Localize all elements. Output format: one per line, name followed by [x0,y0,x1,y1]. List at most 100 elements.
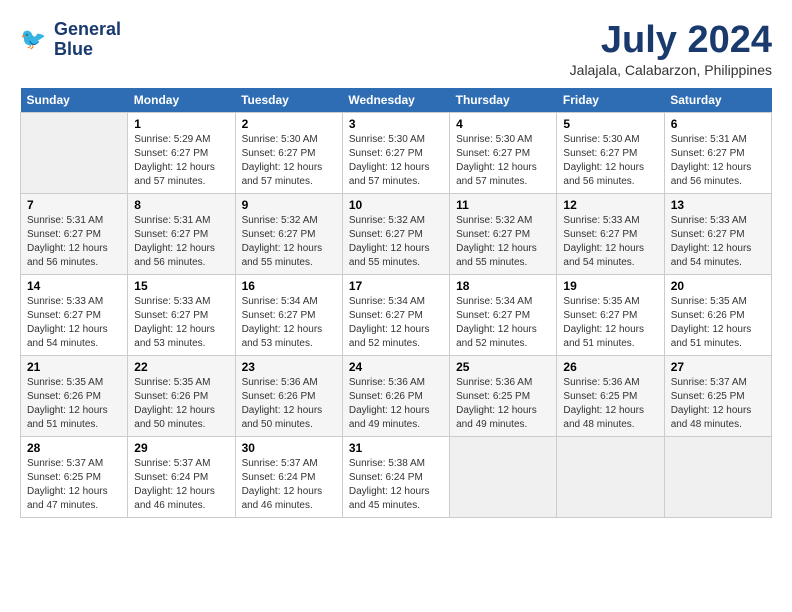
day-number: 11 [456,198,550,212]
day-info: Sunrise: 5:33 AM Sunset: 6:27 PM Dayligh… [27,295,121,351]
day-info: Sunrise: 5:30 AM Sunset: 6:27 PM Dayligh… [242,133,336,189]
calendar-cell: 22 Sunrise: 5:35 AM Sunset: 6:26 PM Dayli… [128,355,235,436]
calendar-cell: 31Sunrise: 5:38 AM Sunset: 6:24 PM Dayli… [342,436,449,517]
day-info: Sunrise: 5:36 AM Sunset: 6:25 PM Dayligh… [563,376,657,432]
day-number: 16 [242,279,336,293]
day-info: Sunrise: 5:32 AM Sunset: 6:27 PM Dayligh… [242,214,336,270]
calendar-week-row: 1 Sunrise: 5:29 AM Sunset: 6:27 PM Daylig… [21,112,772,193]
calendar-cell: 8Sunrise: 5:31 AM Sunset: 6:27 PM Daylig… [128,193,235,274]
calendar-cell: 20 Sunrise: 5:35 AM Sunset: 6:26 PM Dayli… [664,274,771,355]
day-info: Sunrise: 5:30 AM Sunset: 6:27 PM Dayligh… [563,133,657,189]
day-number: 28 [27,441,121,455]
day-info: Sunrise: 5:33 AM Sunset: 6:27 PM Dayligh… [563,214,657,270]
day-number: 30 [242,441,336,455]
day-number: 20 [671,279,765,293]
day-number: 27 [671,360,765,374]
calendar-cell: 11 Sunrise: 5:32 AM Sunset: 6:27 PM Dayli… [450,193,557,274]
calendar-table: SundayMondayTuesdayWednesdayThursdayFrid… [20,88,772,518]
weekday-header: Saturday [664,88,771,113]
day-number: 2 [242,117,336,131]
day-number: 17 [349,279,443,293]
day-info: Sunrise: 5:35 AM Sunset: 6:26 PM Dayligh… [134,376,228,432]
logo-icon: 🐦 [20,25,50,55]
day-number: 26 [563,360,657,374]
day-number: 19 [563,279,657,293]
calendar-cell: 1 Sunrise: 5:29 AM Sunset: 6:27 PM Daylig… [128,112,235,193]
day-number: 29 [134,441,228,455]
calendar-cell: 26 Sunrise: 5:36 AM Sunset: 6:25 PM Dayli… [557,355,664,436]
calendar-cell: 21 Sunrise: 5:35 AM Sunset: 6:26 PM Dayli… [21,355,128,436]
day-number: 14 [27,279,121,293]
day-info: Sunrise: 5:30 AM Sunset: 6:27 PM Dayligh… [456,133,550,189]
day-number: 7 [27,198,121,212]
day-number: 6 [671,117,765,131]
location: Jalajala, Calabarzon, Philippines [570,62,772,78]
calendar-cell: 2 Sunrise: 5:30 AM Sunset: 6:27 PM Daylig… [235,112,342,193]
day-number: 3 [349,117,443,131]
weekday-header: Wednesday [342,88,449,113]
weekday-header: Thursday [450,88,557,113]
day-info: Sunrise: 5:29 AM Sunset: 6:27 PM Dayligh… [134,133,228,189]
day-info: Sunrise: 5:37 AM Sunset: 6:24 PM Dayligh… [134,457,228,513]
day-number: 21 [27,360,121,374]
day-number: 4 [456,117,550,131]
calendar-cell: 9 Sunrise: 5:32 AM Sunset: 6:27 PM Daylig… [235,193,342,274]
day-number: 22 [134,360,228,374]
day-info: Sunrise: 5:31 AM Sunset: 6:27 PM Dayligh… [671,133,765,189]
calendar-cell: 14 Sunrise: 5:33 AM Sunset: 6:27 PM Dayli… [21,274,128,355]
day-info: Sunrise: 5:32 AM Sunset: 6:27 PM Dayligh… [456,214,550,270]
calendar-cell: 30 Sunrise: 5:37 AM Sunset: 6:24 PM Dayli… [235,436,342,517]
calendar-cell [664,436,771,517]
calendar-week-row: 28 Sunrise: 5:37 AM Sunset: 6:25 PM Dayli… [21,436,772,517]
day-info: Sunrise: 5:34 AM Sunset: 6:27 PM Dayligh… [456,295,550,351]
day-number: 1 [134,117,228,131]
day-number: 13 [671,198,765,212]
day-info: Sunrise: 5:35 AM Sunset: 6:27 PM Dayligh… [563,295,657,351]
day-number: 5 [563,117,657,131]
day-info: Sunrise: 5:35 AM Sunset: 6:26 PM Dayligh… [671,295,765,351]
day-info: Sunrise: 5:37 AM Sunset: 6:25 PM Dayligh… [27,457,121,513]
weekday-header: Tuesday [235,88,342,113]
day-info: Sunrise: 5:32 AM Sunset: 6:27 PM Dayligh… [349,214,443,270]
weekday-header: Friday [557,88,664,113]
day-number: 23 [242,360,336,374]
weekday-header: Monday [128,88,235,113]
calendar-week-row: 14 Sunrise: 5:33 AM Sunset: 6:27 PM Dayli… [21,274,772,355]
day-info: Sunrise: 5:34 AM Sunset: 6:27 PM Dayligh… [349,295,443,351]
day-info: Sunrise: 5:37 AM Sunset: 6:24 PM Dayligh… [242,457,336,513]
calendar-cell: 25Sunrise: 5:36 AM Sunset: 6:25 PM Dayli… [450,355,557,436]
day-number: 10 [349,198,443,212]
day-info: Sunrise: 5:35 AM Sunset: 6:26 PM Dayligh… [27,376,121,432]
day-number: 31 [349,441,443,455]
calendar-cell: 17 Sunrise: 5:34 AM Sunset: 6:27 PM Dayli… [342,274,449,355]
calendar-cell: 24 Sunrise: 5:36 AM Sunset: 6:26 PM Dayli… [342,355,449,436]
calendar-cell: 3Sunrise: 5:30 AM Sunset: 6:27 PM Daylig… [342,112,449,193]
calendar-cell: 16 Sunrise: 5:34 AM Sunset: 6:27 PM Dayli… [235,274,342,355]
calendar-cell: 19 Sunrise: 5:35 AM Sunset: 6:27 PM Dayli… [557,274,664,355]
calendar-cell: 15Sunrise: 5:33 AM Sunset: 6:27 PM Dayli… [128,274,235,355]
calendar-week-row: 7 Sunrise: 5:31 AM Sunset: 6:27 PM Daylig… [21,193,772,274]
calendar-week-row: 21 Sunrise: 5:35 AM Sunset: 6:26 PM Dayli… [21,355,772,436]
weekday-header-row: SundayMondayTuesdayWednesdayThursdayFrid… [21,88,772,113]
day-info: Sunrise: 5:31 AM Sunset: 6:27 PM Dayligh… [134,214,228,270]
day-info: Sunrise: 5:36 AM Sunset: 6:26 PM Dayligh… [349,376,443,432]
calendar-cell: 27 Sunrise: 5:37 AM Sunset: 6:25 PM Dayli… [664,355,771,436]
logo-text: General Blue [54,20,121,60]
day-info: Sunrise: 5:37 AM Sunset: 6:25 PM Dayligh… [671,376,765,432]
day-info: Sunrise: 5:33 AM Sunset: 6:27 PM Dayligh… [671,214,765,270]
calendar-cell: 28 Sunrise: 5:37 AM Sunset: 6:25 PM Dayli… [21,436,128,517]
day-number: 9 [242,198,336,212]
logo: 🐦 General Blue [20,20,121,60]
day-info: Sunrise: 5:36 AM Sunset: 6:26 PM Dayligh… [242,376,336,432]
title-block: July 2024 Jalajala, Calabarzon, Philippi… [570,20,772,78]
day-number: 25 [456,360,550,374]
day-info: Sunrise: 5:31 AM Sunset: 6:27 PM Dayligh… [27,214,121,270]
calendar-cell [557,436,664,517]
day-info: Sunrise: 5:34 AM Sunset: 6:27 PM Dayligh… [242,295,336,351]
month-title: July 2024 [570,20,772,62]
calendar-cell [21,112,128,193]
day-number: 12 [563,198,657,212]
day-number: 24 [349,360,443,374]
calendar-cell: 6 Sunrise: 5:31 AM Sunset: 6:27 PM Daylig… [664,112,771,193]
calendar-cell [450,436,557,517]
